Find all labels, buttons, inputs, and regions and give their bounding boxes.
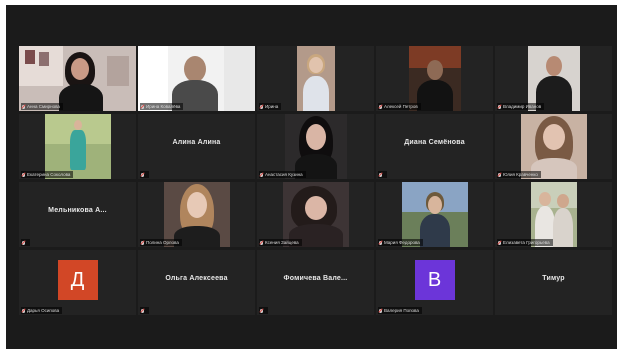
participant-tile[interactable]: Алина Алина (138, 114, 255, 179)
participant-tile[interactable]: Тимур (495, 250, 612, 315)
video-feed (408, 46, 461, 111)
participant-display-name: Тимур (542, 275, 565, 282)
participant-name-label: Юлия Кравченко (497, 171, 541, 178)
avatar: Д (57, 260, 98, 300)
mic-muted-icon (379, 104, 382, 109)
participant-tile[interactable]: Юлия Кравченко (495, 114, 612, 179)
participant-tile[interactable]: Ольга Алексеева (138, 250, 255, 315)
participant-tile[interactable]: Алексей Петров (376, 46, 493, 111)
participant-name-label: Владимир Иванов (497, 103, 545, 110)
participant-tile[interactable]: Владимир Иванов (495, 46, 612, 111)
participant-tile[interactable]: Анна Смирнова (19, 46, 136, 111)
video-feed (138, 46, 255, 111)
video-feed (19, 46, 136, 111)
participant-tile[interactable]: Диана Семёнова (376, 114, 493, 179)
mic-muted-icon (379, 308, 382, 313)
participant-name-label: Анастасия Кузина (259, 171, 306, 178)
mic-muted-icon (498, 104, 501, 109)
video-feed (284, 114, 347, 179)
participant-tile[interactable]: Анастасия Кузина (257, 114, 374, 179)
participant-name-label: Мария Федорова (378, 239, 423, 246)
participant-name-label: Елизавета Григорьева (497, 239, 553, 246)
mic-muted-icon (498, 240, 501, 245)
participant-name-label: Анна Смирнова (21, 103, 63, 110)
meeting-bottom-bar (6, 321, 617, 349)
mic-muted-icon (22, 104, 25, 109)
video-feed (44, 114, 111, 179)
participant-display-name: Алина Алина (172, 139, 221, 146)
video-feed (401, 182, 468, 247)
participant-tile[interactable]: Мельникова А... (19, 182, 136, 247)
participant-tile[interactable]: Мария Федорова (376, 182, 493, 247)
participant-name-label: Ирина Ковалёва (140, 103, 184, 110)
mic-muted-icon (498, 172, 501, 177)
participant-tile[interactable]: Ксения Зайцева (257, 182, 374, 247)
mic-muted-icon (141, 240, 144, 245)
mic-muted-icon (22, 172, 25, 177)
participant-name-label (140, 307, 149, 314)
mic-muted-icon (260, 240, 263, 245)
mic-muted-icon (379, 172, 382, 177)
participant-tile[interactable]: Д Дарья Осипова (19, 250, 136, 315)
participant-grid: Анна Смирнова Ирина Ковалёва Ирина Алекс… (19, 46, 612, 315)
participant-name-label (21, 239, 30, 246)
participant-tile[interactable]: Ирина Ковалёва (138, 46, 255, 111)
mic-muted-icon (260, 104, 263, 109)
avatar: В (414, 260, 455, 300)
mic-muted-icon (141, 104, 144, 109)
participant-tile[interactable]: Екатерина Соколова (19, 114, 136, 179)
participant-display-name: Диана Семёнова (404, 139, 465, 146)
participant-tile[interactable]: Фомичева Вале... (257, 250, 374, 315)
participant-tile[interactable]: Ирина (257, 46, 374, 111)
participant-name-label: Ксения Зайцева (259, 239, 302, 246)
video-feed (296, 46, 335, 111)
mic-muted-icon (141, 172, 144, 177)
mic-muted-icon (379, 240, 382, 245)
participant-name-label: Алексей Петров (378, 103, 421, 110)
meeting-top-bar (6, 5, 617, 43)
participant-name-label (378, 171, 387, 178)
participant-display-name: Фомичева Вале... (283, 275, 348, 282)
video-feed (527, 46, 580, 111)
participant-name-label: Валерия Попова (378, 307, 422, 314)
video-feed (530, 182, 577, 247)
mic-muted-icon (260, 308, 263, 313)
participant-name-label: Ирина (259, 103, 282, 110)
video-feed (282, 182, 349, 247)
participant-name-label: Полина Орлова (140, 239, 182, 246)
participant-display-name: Мельникова А... (48, 207, 107, 214)
mic-muted-icon (141, 308, 144, 313)
participant-name-label (140, 171, 149, 178)
participant-tile[interactable]: В Валерия Попова (376, 250, 493, 315)
participant-name-label: Дарья Осипова (21, 307, 63, 314)
mic-muted-icon (22, 308, 25, 313)
meeting-window: Анна Смирнова Ирина Ковалёва Ирина Алекс… (6, 5, 617, 349)
participant-display-name: Ольга Алексеева (165, 275, 228, 282)
mic-muted-icon (260, 172, 263, 177)
video-feed (520, 114, 587, 179)
participant-tile[interactable]: Полина Орлова (138, 182, 255, 247)
mic-muted-icon (22, 240, 25, 245)
participant-tile[interactable]: Елизавета Григорьева (495, 182, 612, 247)
participant-name-label: Екатерина Соколова (21, 171, 74, 178)
participant-name-label (259, 307, 268, 314)
video-feed (163, 182, 230, 247)
